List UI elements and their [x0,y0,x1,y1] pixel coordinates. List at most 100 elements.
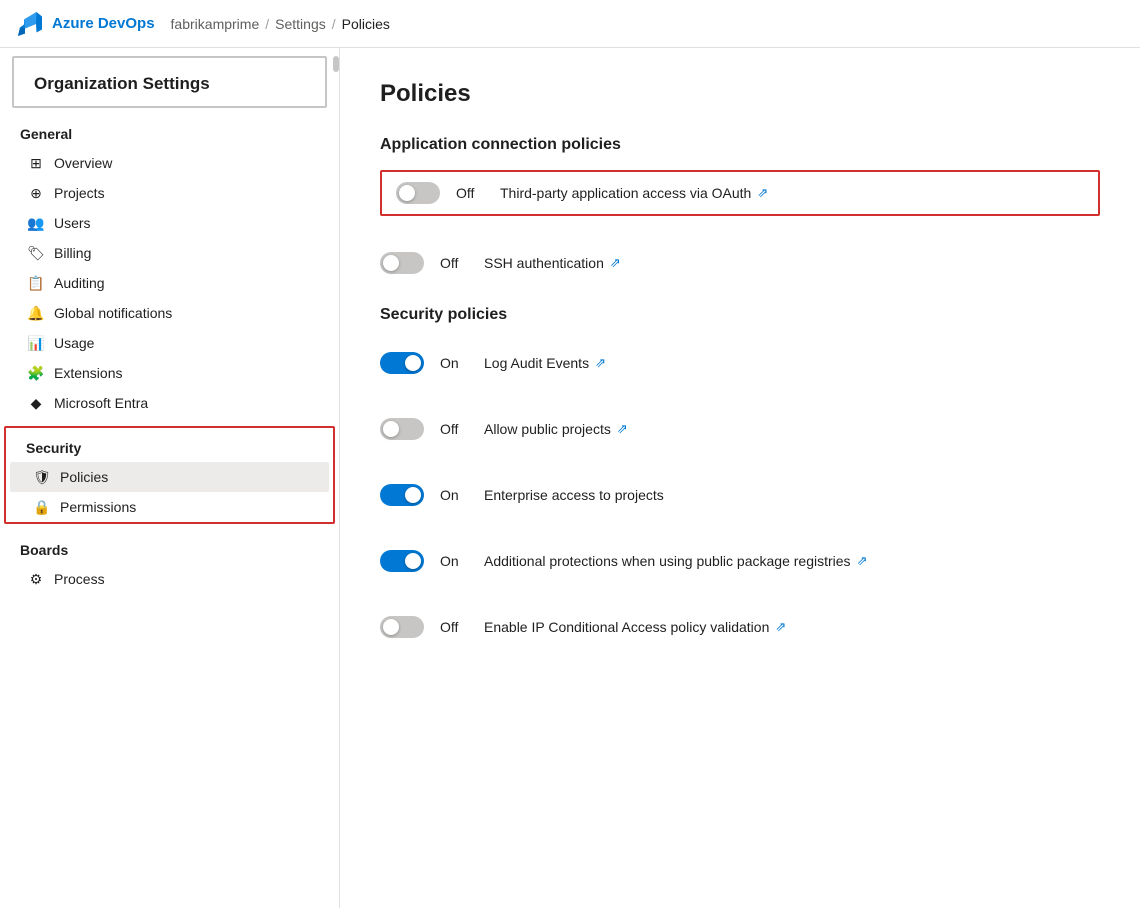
divider-1 [380,220,1100,240]
ssh-toggle-thumb [383,255,399,271]
security-policies-section-title: Security policies [380,306,1100,324]
oauth-link-icon[interactable]: ⇗ [757,185,768,201]
breadcrumb-current: Policies [342,16,390,32]
sidebar-item-label-permissions: Permissions [60,499,136,515]
sidebar-item-label-users: Users [54,215,91,231]
sidebar-item-label-policies: Policies [60,469,108,485]
topbar: Azure DevOps fabrikamprime / Settings / … [0,0,1140,48]
breadcrumb-settings[interactable]: Settings [275,16,326,32]
app-connection-section-title: Application connection policies [380,136,1100,154]
oauth-toggle[interactable] [396,182,440,204]
log-audit-toggle-track[interactable] [380,352,424,374]
main-layout: Organization Settings General ⊞ Overview… [0,48,1140,908]
divider-5 [380,518,1100,538]
sidebar-item-label-projects: Projects [54,185,105,201]
sidebar-item-policies[interactable]: 🛡 Policies [10,462,329,492]
policy-row-ssh: Off SSH authentication ⇗ [380,240,1100,286]
sidebar-item-usage[interactable]: 📊 Usage [4,328,335,358]
public-projects-policy-text-wrap: Allow public projects ⇗ [484,421,628,437]
process-icon: ⚙ [28,571,44,587]
policy-row-public-projects: Off Allow public projects ⇗ [380,406,1100,452]
enterprise-toggle-label: On [440,487,468,503]
notifications-icon: 🔔 [28,305,44,321]
enterprise-toggle-thumb [405,487,421,503]
sidebar-item-process[interactable]: ⚙ Process [4,564,335,594]
breadcrumb-sep1: / [265,16,269,32]
ip-conditional-toggle-label: Off [440,619,468,635]
enterprise-toggle[interactable] [380,484,424,506]
sidebar-item-label-auditing: Auditing [54,275,105,291]
sidebar-item-microsoft-entra[interactable]: ◆ Microsoft Entra [4,388,335,418]
additional-protections-toggle-track[interactable] [380,550,424,572]
breadcrumb-sep2: / [332,16,336,32]
additional-protections-policy-text-wrap: Additional protections when using public… [484,553,867,569]
sidebar-item-billing[interactable]: 🏷 Billing [4,238,335,268]
ip-conditional-policy-text-wrap: Enable IP Conditional Access policy vali… [484,619,786,635]
sidebar-section-boards: Boards [0,528,339,564]
sidebar-section-security: Security [6,428,333,462]
divider-3 [380,386,1100,406]
sidebar-item-global-notifications[interactable]: 🔔 Global notifications [4,298,335,328]
public-projects-toggle[interactable] [380,418,424,440]
content-area: Policies Application connection policies… [340,48,1140,908]
policy-row-ip-conditional: Off Enable IP Conditional Access policy … [380,604,1100,650]
additional-protections-toggle[interactable] [380,550,424,572]
policy-row-log-audit: On Log Audit Events ⇗ [380,340,1100,386]
brand-label: Azure DevOps [52,15,155,32]
sidebar-item-overview[interactable]: ⊞ Overview [4,148,335,178]
oauth-toggle-track[interactable] [396,182,440,204]
log-audit-toggle[interactable] [380,352,424,374]
sidebar-item-projects[interactable]: ⊕ Projects [4,178,335,208]
ssh-toggle-label: Off [440,255,468,271]
ip-conditional-link-icon[interactable]: ⇗ [775,619,786,635]
enterprise-policy-text: Enterprise access to projects [484,487,664,503]
policy-row-enterprise: On Enterprise access to projects [380,472,1100,518]
auditing-icon: 📋 [28,275,44,291]
divider-4 [380,452,1100,472]
sidebar-item-users[interactable]: 👥 Users [4,208,335,238]
policy-row-additional-protections: On Additional protections when using pub… [380,538,1100,584]
users-icon: 👥 [28,215,44,231]
ip-conditional-toggle[interactable] [380,616,424,638]
log-audit-toggle-thumb [405,355,421,371]
oauth-policy-text-wrap: Third-party application access via OAuth… [500,185,768,201]
oauth-policy-text: Third-party application access via OAuth [500,185,751,201]
log-audit-link-icon[interactable]: ⇗ [595,355,606,371]
sidebar-section-general: General [0,112,339,148]
overview-icon: ⊞ [28,155,44,171]
sidebar-item-label-usage: Usage [54,335,94,351]
oauth-toggle-label: Off [456,185,484,201]
ssh-link-icon[interactable]: ⇗ [610,255,621,271]
policies-icon: 🛡 [34,469,50,485]
public-projects-toggle-thumb [383,421,399,437]
additional-protections-link-icon[interactable]: ⇗ [857,553,868,569]
extensions-icon: 🧩 [28,365,44,381]
public-projects-toggle-label: Off [440,421,468,437]
sidebar-item-label-process: Process [54,571,105,587]
scroll-indicator [333,56,339,72]
log-audit-policy-text: Log Audit Events [484,355,589,371]
log-audit-toggle-label: On [440,355,468,371]
public-projects-toggle-track[interactable] [380,418,424,440]
public-projects-link-icon[interactable]: ⇗ [617,421,628,437]
sidebar-item-auditing[interactable]: 📋 Auditing [4,268,335,298]
azure-devops-logo-icon [16,10,44,38]
enterprise-toggle-track[interactable] [380,484,424,506]
sidebar-item-permissions[interactable]: 🔒 Permissions [10,492,329,522]
enterprise-policy-text-wrap: Enterprise access to projects [484,487,664,503]
sidebar-item-extensions[interactable]: 🧩 Extensions [4,358,335,388]
breadcrumb-org[interactable]: fabrikamprime [171,16,260,32]
sidebar: Organization Settings General ⊞ Overview… [0,48,340,908]
ip-conditional-toggle-track[interactable] [380,616,424,638]
ssh-toggle-track[interactable] [380,252,424,274]
additional-protections-toggle-thumb [405,553,421,569]
security-section-box: Security 🛡 Policies 🔒 Permissions [4,426,335,524]
sidebar-item-label-extensions: Extensions [54,365,122,381]
additional-protections-toggle-label: On [440,553,468,569]
policy-row-oauth: Off Third-party application access via O… [380,170,1100,216]
ssh-toggle[interactable] [380,252,424,274]
oauth-toggle-thumb [399,185,415,201]
logo-area[interactable]: Azure DevOps [16,10,155,38]
public-projects-policy-text: Allow public projects [484,421,611,437]
log-audit-policy-text-wrap: Log Audit Events ⇗ [484,355,606,371]
